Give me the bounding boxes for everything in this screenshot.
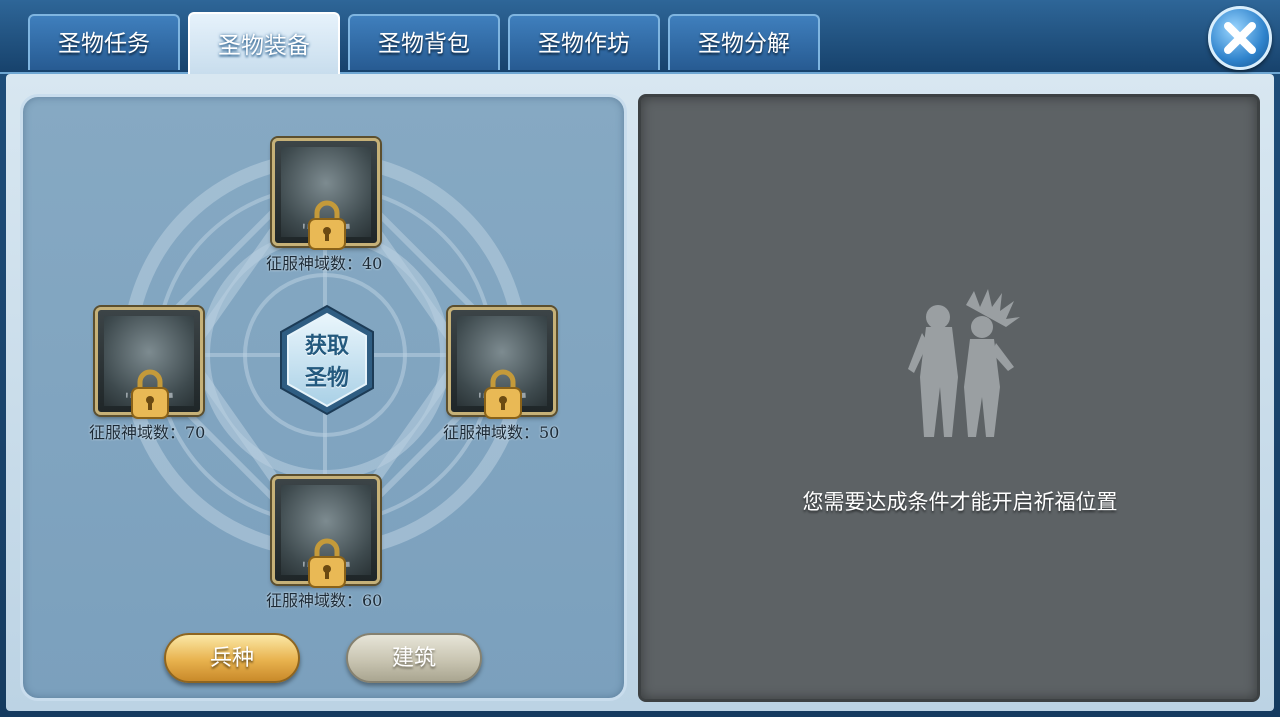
heroes-silhouette-icon xyxy=(908,289,1020,437)
get-relic-label-line2: 圣物 xyxy=(304,366,349,391)
slot-requirement-label: 征服神域数：70 xyxy=(89,423,206,442)
get-relic-label-line1: 获取 xyxy=(304,334,349,359)
blessing-panel xyxy=(638,94,1260,702)
locked-message: 您需要达成条件才能开启祈福位置 xyxy=(802,490,1118,514)
lock-icon xyxy=(126,369,174,419)
lock-icon xyxy=(303,538,351,588)
tab-relic-bag[interactable]: 圣物背包 xyxy=(348,14,500,70)
tab-relic-workshop[interactable]: 圣物作坊 xyxy=(508,14,660,70)
lock-icon xyxy=(479,369,527,419)
relic-slot-right[interactable] xyxy=(448,307,556,419)
get-relic-button[interactable]: 获取 圣物 xyxy=(277,304,377,416)
tab-relic-decompose[interactable]: 圣物分解 xyxy=(668,14,820,70)
close-x-icon xyxy=(1224,22,1256,54)
tab-relic-equip[interactable]: 圣物装备 xyxy=(188,12,340,74)
slot-requirement-label: 征服神域数：60 xyxy=(266,591,383,610)
slot-requirement-label: 征服神域数：50 xyxy=(443,423,560,442)
close-button[interactable] xyxy=(1208,6,1272,70)
troops-button[interactable]: 兵种 xyxy=(164,633,300,683)
relic-slot-top[interactable] xyxy=(272,138,380,250)
tab-relic-quest[interactable]: 圣物任务 xyxy=(28,14,180,70)
lock-icon xyxy=(303,200,351,250)
relic-slot-bottom[interactable] xyxy=(272,476,380,588)
relic-slot-left[interactable] xyxy=(95,307,203,419)
building-button[interactable]: 建筑 xyxy=(346,633,482,683)
tab-bar: 圣物任务 圣物装备 圣物背包 圣物作坊 圣物分解 xyxy=(0,0,1280,74)
slot-requirement-label: 征服神域数：40 xyxy=(266,254,383,273)
